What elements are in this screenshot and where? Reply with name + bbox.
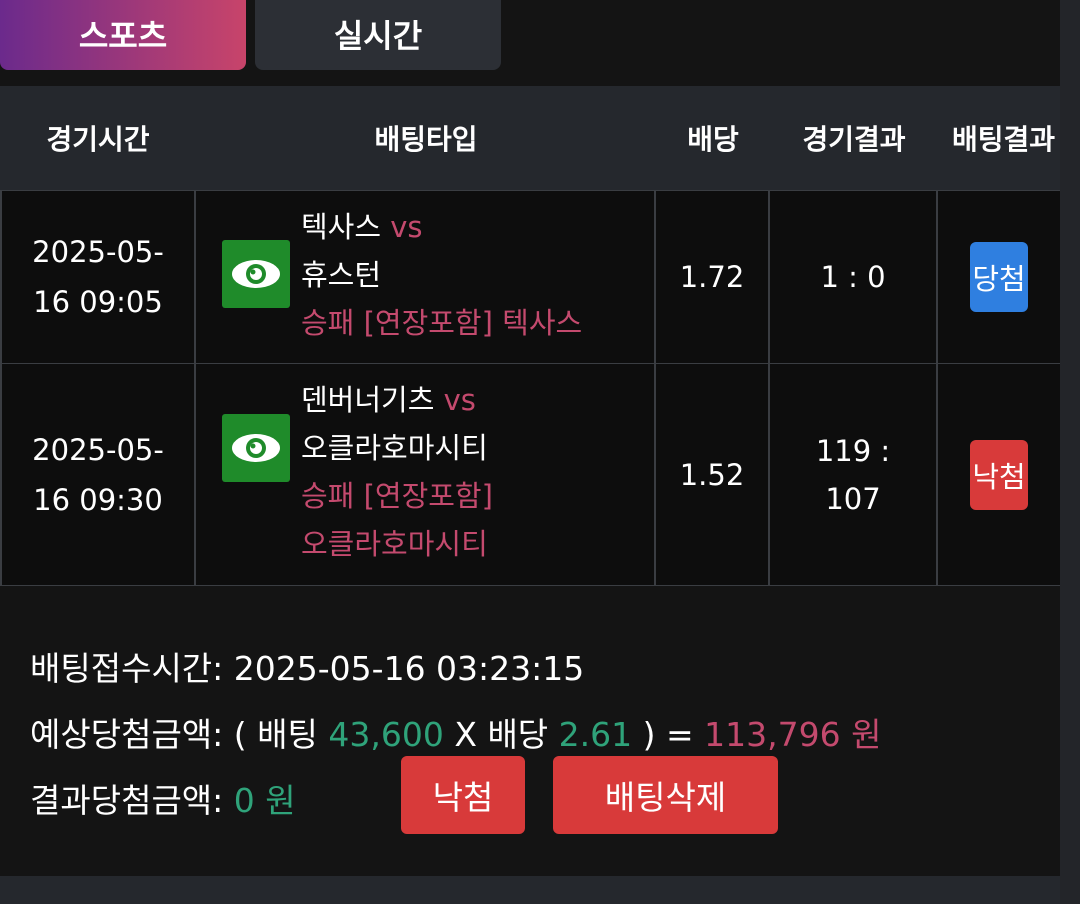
bet-result-badge: 낙첨 [970, 439, 1028, 510]
expected-close: ) = [642, 715, 694, 754]
bet-result-badge: 당첨 [970, 242, 1028, 312]
score-line-2: 107 [825, 481, 881, 516]
match-score: 1 : 0 [770, 191, 938, 363]
table-row: 2025-05- 16 09:30 덴버너기츠 vs 오클라호마시티 승패 [연… [0, 364, 1060, 586]
footer-bar [0, 876, 1060, 904]
match-time-date: 2025-05- [32, 235, 164, 269]
lose-status-button[interactable]: 낙첨 [401, 756, 525, 834]
expected-label: 예상당첨금액: [30, 715, 224, 754]
odds-value: 1.52 [656, 364, 770, 585]
result-label: 결과당첨금액: [30, 781, 224, 820]
table-header: 경기시간 배팅타입 배당 경기결과 배팅결과 [0, 86, 1060, 190]
eye-icon[interactable] [222, 240, 290, 308]
vs-label: vs [443, 383, 476, 417]
away-team: 오클라호마시티 [301, 431, 488, 465]
expected-amount: 113,796 원 [704, 715, 882, 754]
match-time-clock: 16 09:05 [33, 285, 163, 319]
bet-history-page: 스포츠 실시간 경기시간 배팅타입 배당 경기결과 배팅결과 2025-05- … [0, 0, 1080, 904]
score-line: 1 : 0 [820, 260, 886, 294]
home-team: 텍사스 [301, 210, 382, 244]
delete-bet-button[interactable]: 배팅삭제 [553, 756, 778, 834]
bet-pick: 승패 [연장포함] 텍사스 [301, 306, 583, 340]
bet-time-value: 2025-05-16 03:23:15 [233, 649, 585, 688]
match-time-cell: 2025-05- 16 09:30 [0, 364, 196, 585]
tab-bar: 스포츠 실시간 [0, 0, 1060, 86]
home-team: 덴버너기츠 [301, 383, 435, 417]
times-odds-label: X 배당 [454, 715, 549, 754]
match-time-cell: 2025-05- 16 09:05 [0, 191, 196, 363]
header-match-result: 경기결과 [802, 123, 906, 156]
away-team: 휴스턴 [301, 258, 382, 292]
bet-type-cell: 텍사스 vs 휴스턴 승패 [연장포함] 텍사스 [196, 191, 656, 363]
match-info: 텍사스 vs 휴스턴 승패 [연장포함] 텍사스 [301, 203, 582, 347]
bet-result-cell: 당첨 [938, 191, 1060, 363]
header-odds: 배당 [687, 123, 739, 156]
match-time-date: 2025-05- [32, 432, 164, 467]
bet-result-cell: 낙첨 [938, 364, 1060, 585]
score-line-1: 119 : [815, 433, 891, 468]
header-bet-type: 배팅타입 [374, 123, 478, 156]
match-info: 덴버너기츠 vs 오클라호마시티 승패 [연장포함] 오클라호마시티 [301, 376, 493, 568]
bet-pick-team: 오클라호마시티 [301, 527, 488, 561]
odds-value: 1.72 [656, 191, 770, 363]
match-time-clock: 16 09:30 [33, 482, 163, 517]
match-score: 119 : 107 [770, 364, 938, 585]
bet-pick: 승패 [연장포함] [301, 479, 493, 513]
tab-sports[interactable]: 스포츠 [0, 0, 246, 70]
header-match-time: 경기시간 [46, 123, 150, 156]
bet-type-cell: 덴버너기츠 vs 오클라호마시티 승패 [연장포함] 오클라호마시티 [196, 364, 656, 585]
header-bet-result: 배팅결과 [952, 123, 1056, 156]
eye-icon[interactable] [222, 414, 290, 482]
bet-time-line: 배팅접수시간: 2025-05-16 03:23:15 [30, 636, 882, 702]
vs-label: vs [390, 210, 423, 244]
total-odds: 2.61 [558, 715, 633, 754]
bet-time-label: 배팅접수시간: [30, 649, 224, 688]
bet-amount: 43,600 [328, 715, 444, 754]
result-amount: 0 원 [233, 781, 296, 820]
tab-live[interactable]: 실시간 [255, 0, 501, 70]
expected-open: ( 배팅 [233, 715, 318, 754]
table-row: 2025-05- 16 09:05 텍사스 vs 휴스턴 승패 [연장포함] 텍… [0, 190, 1060, 364]
